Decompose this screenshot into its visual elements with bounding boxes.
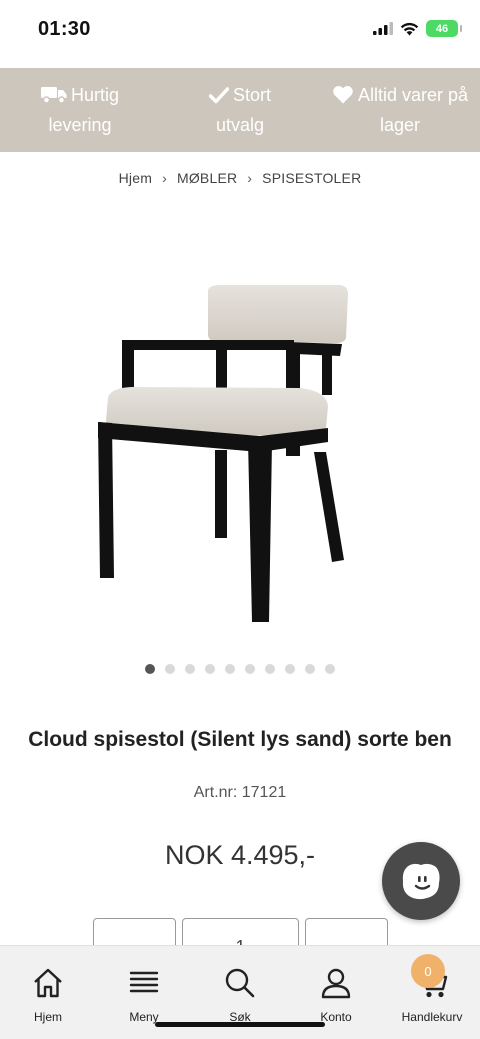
carousel-dot[interactable]: [145, 664, 155, 674]
chevron-right-icon: ›: [162, 170, 167, 186]
usp-banner: Hurtig levering Stort utvalg Alltid vare…: [0, 68, 480, 152]
heart-icon: [333, 86, 353, 104]
menu-icon: [127, 966, 161, 1000]
tab-label: Handlekurv: [401, 1010, 463, 1024]
usp-label-line2: levering: [48, 115, 112, 135]
tab-label: Hjem: [33, 1010, 62, 1024]
product-title: Cloud spisestol (Silent lys sand) sorte …: [28, 728, 452, 751]
usp-label-line1: Stort: [232, 85, 271, 105]
cart-count-badge: 0: [411, 954, 445, 988]
usp-label-line1: Alltid varer på: [357, 85, 469, 105]
chat-button[interactable]: [382, 842, 460, 920]
truck-icon: [40, 87, 67, 104]
breadcrumb-spisestoler[interactable]: SPISESTOLER: [262, 170, 361, 186]
home-indicator: [155, 1022, 325, 1027]
usp-label-line2: utvalg: [215, 115, 265, 135]
usp-label-line1: Hurtig: [70, 85, 119, 105]
carousel-dot[interactable]: [305, 664, 315, 674]
search-icon: [223, 966, 257, 1000]
carousel-dot[interactable]: [205, 664, 215, 674]
usp-in-stock: Alltid varer på lager: [320, 68, 480, 152]
status-bar: 01:30 46: [0, 0, 480, 64]
product-image[interactable]: [70, 230, 410, 650]
tab-home[interactable]: Hjem: [0, 946, 96, 1039]
chat-face-icon: [402, 863, 440, 900]
tab-label: Konto: [320, 1010, 352, 1024]
carousel-dot[interactable]: [265, 664, 275, 674]
carousel-dot[interactable]: [245, 664, 255, 674]
signal-icon: [373, 22, 393, 35]
breadcrumb-home[interactable]: Hjem: [119, 170, 152, 186]
product-article-number: Art.nr: 17121: [193, 784, 287, 801]
carousel-dot[interactable]: [285, 664, 295, 674]
status-icons: 46: [373, 20, 462, 37]
tab-label: Meny: [129, 1010, 159, 1024]
carousel-dot[interactable]: [185, 664, 195, 674]
usp-label-line2: lager: [379, 115, 421, 135]
checkmark-icon: [208, 87, 230, 104]
usp-large-selection: Stort utvalg: [160, 68, 320, 152]
wifi-icon: [400, 22, 419, 35]
user-icon: [319, 966, 353, 1000]
carousel-dots: [0, 664, 480, 674]
carousel-dot[interactable]: [165, 664, 175, 674]
cart-icon: 0: [411, 954, 449, 1000]
home-icon: [31, 966, 65, 1000]
carousel-dot[interactable]: [325, 664, 335, 674]
breadcrumb: Hjem › MØBLER › SPISESTOLER: [0, 170, 480, 186]
breadcrumb-mobler[interactable]: MØBLER: [177, 170, 237, 186]
tab-cart[interactable]: 0 Handlekurv: [384, 946, 480, 1039]
status-time: 01:30: [38, 18, 91, 40]
carousel-dot[interactable]: [225, 664, 235, 674]
chevron-right-icon: ›: [247, 170, 253, 186]
battery-icon: 46: [426, 20, 462, 37]
usp-fast-delivery: Hurtig levering: [0, 68, 160, 152]
